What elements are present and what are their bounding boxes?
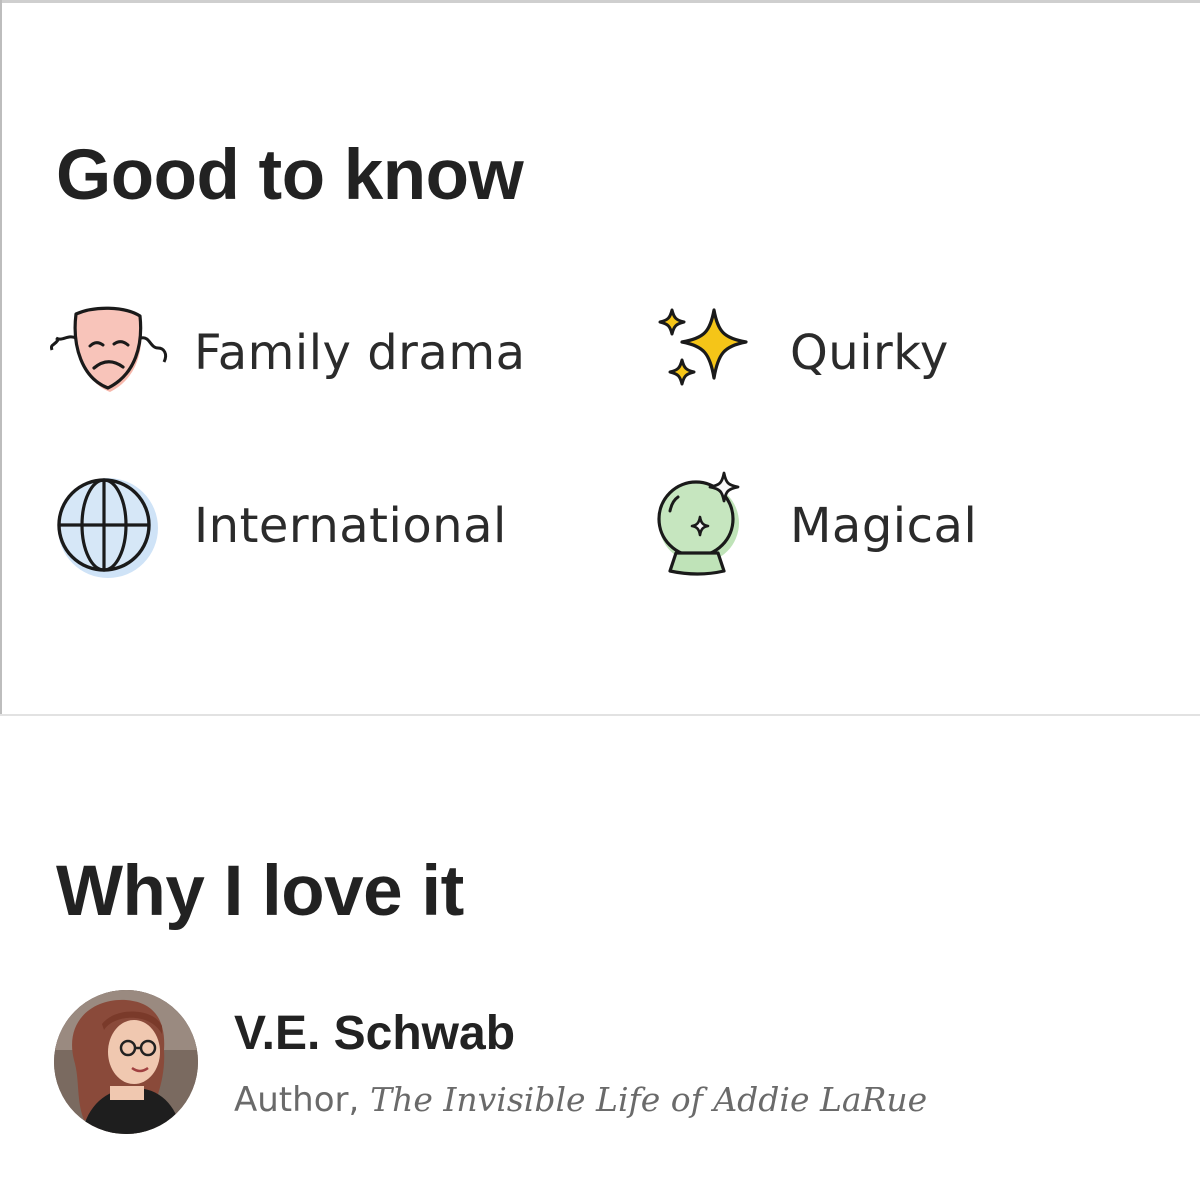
- tag-label: International: [194, 498, 507, 554]
- avatar[interactable]: [54, 990, 198, 1134]
- left-border: [0, 0, 2, 716]
- tag-label: Quirky: [790, 325, 949, 381]
- reviewer-role: Author, The Invisible Life of Addie LaRu…: [234, 1080, 927, 1120]
- reviewer-card[interactable]: V.E. Schwab Author, The Invisible Life o…: [54, 990, 1154, 1136]
- crystal-ball-icon: [642, 471, 772, 581]
- tag-family-drama: Family drama: [50, 298, 526, 408]
- tag-label: Family drama: [194, 325, 526, 381]
- good-to-know-heading: Good to know: [56, 136, 524, 215]
- why-i-love-it-heading: Why I love it: [56, 852, 464, 931]
- section-divider: [0, 714, 1200, 716]
- role-prefix: Author,: [234, 1080, 371, 1120]
- drama-mask-icon: [46, 298, 176, 408]
- reviewer-name[interactable]: V.E. Schwab: [234, 1006, 515, 1061]
- tag-magical: Magical: [654, 471, 977, 581]
- book-title: The Invisible Life of Addie LaRue: [370, 1080, 928, 1119]
- tag-international: International: [57, 471, 507, 581]
- top-border: [0, 0, 1200, 3]
- globe-icon: [46, 471, 176, 581]
- tag-label: Magical: [790, 498, 978, 554]
- sparkles-icon: [642, 298, 772, 408]
- tag-quirky: Quirky: [654, 298, 949, 408]
